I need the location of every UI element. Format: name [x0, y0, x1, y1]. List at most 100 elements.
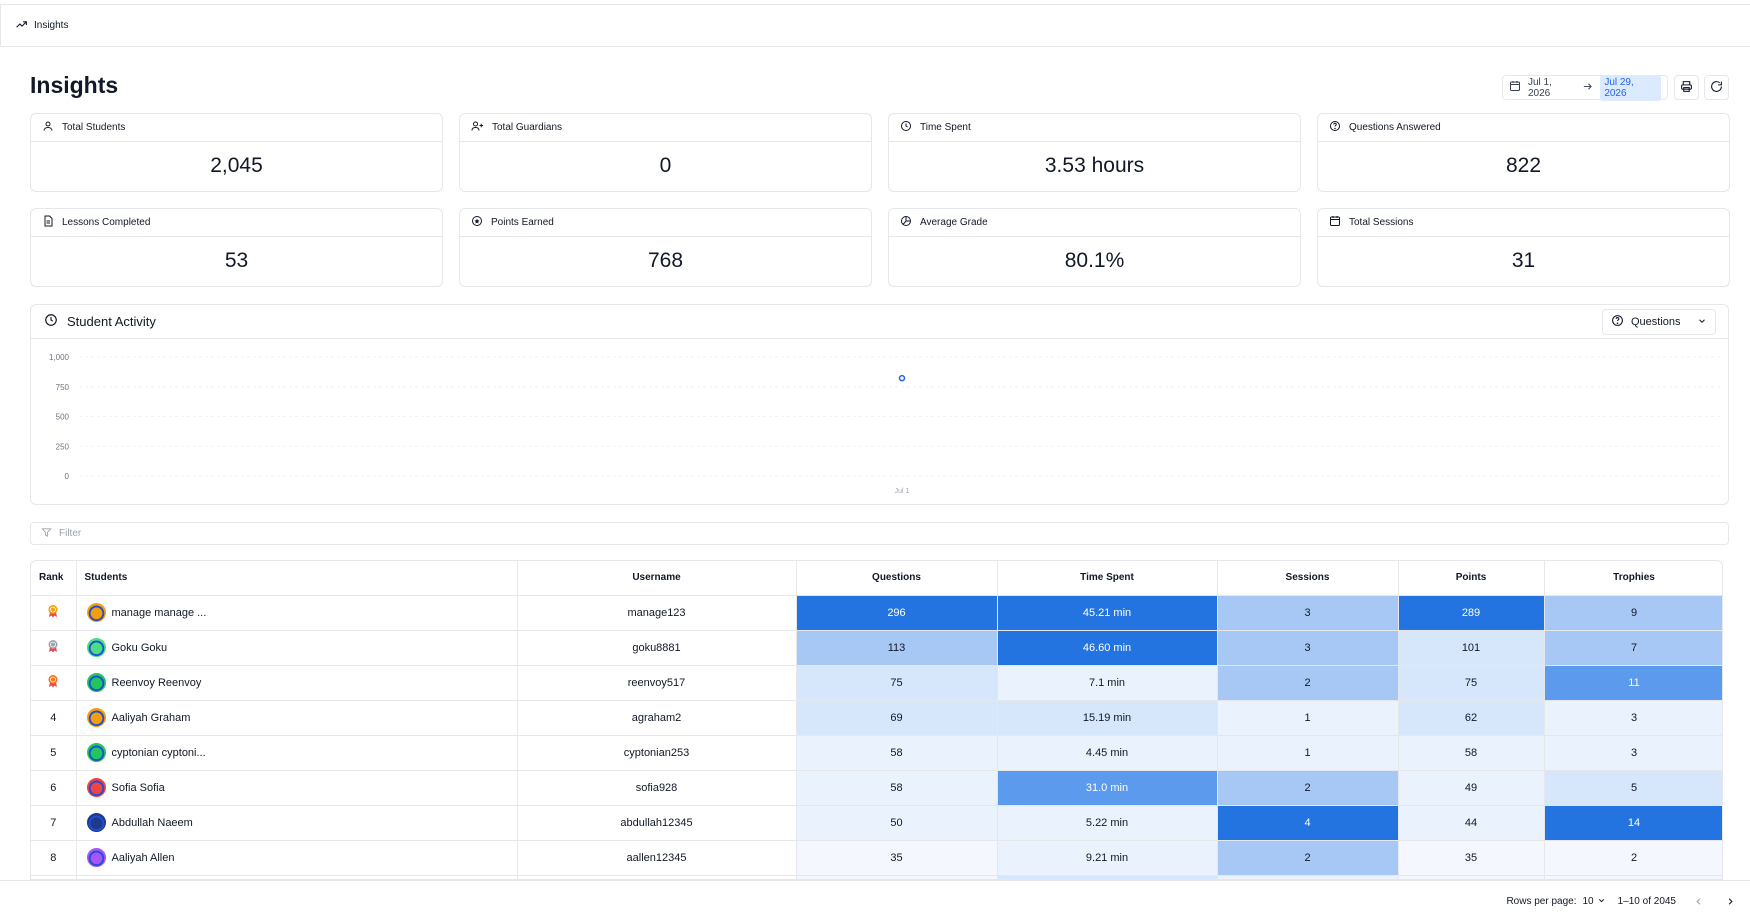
student-name[interactable]: manage manage ... [112, 607, 207, 619]
student-name[interactable]: Aaliyah Graham [112, 712, 191, 724]
questions-cell: 69 [796, 700, 998, 736]
sessions-cell: 4 [1217, 805, 1399, 841]
student-name[interactable]: Abdullah Naeem [112, 817, 193, 829]
stat-card-lessons-completed: Lessons Completed 53 [30, 208, 443, 287]
column-header-students[interactable]: Students [76, 561, 518, 596]
student-name[interactable]: Aaliyah Allen [112, 852, 175, 864]
column-header-username[interactable]: Username [517, 561, 797, 596]
activity-chart: 0 250 500 750 1,000 Jul 1 [49, 353, 1721, 495]
trophies-cell: 5 [1544, 770, 1722, 806]
bronze-medal-icon [47, 674, 59, 691]
stat-card-questions-answered: Questions Answered 822 [1317, 113, 1730, 192]
star-circle-icon [471, 215, 483, 230]
stat-label: Total Students [62, 122, 126, 133]
table-row[interactable]: 7 Abdullah Naeem abdullah12345 50 5.22 min 4 4… [31, 805, 1722, 841]
y-tick-label: 0 [65, 472, 70, 481]
column-header-rank[interactable]: Rank [31, 561, 77, 596]
rank-cell: 4 [31, 700, 77, 736]
column-header-points[interactable]: Points [1398, 561, 1545, 596]
avatar [86, 743, 106, 762]
table-footer: Rows per page: 10 1–10 of 2045 [0, 880, 1750, 922]
column-header-trophies[interactable]: Trophies [1544, 561, 1722, 596]
time-spent-cell: 45.21 min [997, 595, 1218, 631]
table-row[interactable]: Goku Goku goku8881 113 46.60 min 3 101 7 [31, 630, 1722, 666]
avatar [86, 673, 106, 692]
silver-medal-icon [47, 639, 59, 656]
print-button[interactable] [1674, 75, 1699, 100]
printer-icon [1680, 80, 1693, 96]
gold-medal-icon [47, 604, 59, 621]
stat-card-total-sessions: Total Sessions 31 [1317, 208, 1730, 287]
filter-bar[interactable]: Filter [30, 522, 1729, 545]
table-row[interactable]: manage manage ... manage123 296 45.21 min 3 2… [31, 595, 1722, 631]
avatar [86, 848, 106, 867]
stat-label: Time Spent [920, 122, 971, 133]
username-cell: sofia928 [517, 770, 797, 806]
table-row[interactable]: 5 cyptonian cyptoni... cyptonian253 58 4.45 … [31, 735, 1722, 771]
questions-cell: 113 [796, 630, 998, 666]
points-cell: 35 [1398, 840, 1545, 876]
stat-value: 3.53 hours [1044, 154, 1145, 177]
points-cell: 75 [1398, 665, 1545, 701]
stat-label: Average Grade [920, 217, 988, 228]
clock-icon [44, 313, 58, 330]
refresh-button[interactable] [1704, 75, 1729, 100]
avatar [86, 638, 106, 657]
page-range: 1–10 of 2045 [1617, 896, 1676, 907]
rows-per-page-label: Rows per page: [1506, 896, 1577, 907]
date-end[interactable]: Jul 29, 2026 [1600, 74, 1661, 101]
username-cell: abdullah12345 [517, 805, 797, 841]
student-name[interactable]: Reenvoy Reenvoy [112, 677, 202, 689]
column-header-time-spent[interactable]: Time Spent [997, 561, 1218, 596]
y-tick-label: 500 [56, 413, 70, 422]
student-activity-panel: Student Activity Questions 0 250 500 750 1,0… [30, 304, 1729, 505]
trophies-cell: 3 [1544, 700, 1722, 736]
questions-cell: 296 [796, 595, 998, 631]
y-tick-label: 750 [56, 383, 70, 392]
metric-select[interactable]: Questions [1602, 309, 1716, 335]
sessions-cell: 3 [1217, 630, 1399, 666]
filter-placeholder: Filter [59, 528, 82, 539]
points-cell: 289 [1398, 595, 1545, 631]
table-row[interactable]: 8 Aaliyah Allen aallen12345 35 9.21 min 2 35 2 [31, 840, 1722, 876]
trophies-cell: 11 [1544, 665, 1722, 701]
sessions-cell: 2 [1217, 770, 1399, 806]
trophies-cell: 3 [1544, 735, 1722, 771]
calendar-icon [1509, 80, 1521, 95]
sessions-cell: 3 [1217, 595, 1399, 631]
table-row[interactable]: Reenvoy Reenvoy reenvoy517 75 7.1 min 2 75 11 [31, 665, 1722, 701]
stat-value: 31 [1511, 249, 1536, 272]
column-header-questions[interactable]: Questions [796, 561, 998, 596]
breadcrumb-insights[interactable]: Insights [34, 20, 68, 31]
stat-card-total-students: Total Students 2,045 [30, 113, 443, 192]
student-name[interactable]: Sofia Sofia [112, 782, 165, 794]
student-name[interactable]: Goku Goku [112, 642, 168, 654]
column-header-sessions[interactable]: Sessions [1217, 561, 1399, 596]
help-circle-icon [1329, 120, 1341, 135]
student-name[interactable]: cyptonian cyptoni... [112, 747, 206, 759]
refresh-icon [1710, 80, 1723, 96]
time-spent-cell: 15.19 min [997, 700, 1218, 736]
stat-value: 0 [659, 154, 672, 177]
table-row[interactable]: 6 Sofia Sofia sofia928 58 31.0 min 2 49 5 [31, 770, 1722, 806]
stat-label: Lessons Completed [62, 217, 151, 228]
trophies-cell: 14 [1544, 805, 1722, 841]
next-page-button[interactable] [1720, 892, 1740, 912]
stat-card-time-spent: Time Spent 3.53 hours [888, 113, 1301, 192]
previous-page-button[interactable] [1688, 892, 1708, 912]
trophies-cell: 7 [1544, 630, 1722, 666]
x-tick-label: Jul 1 [895, 488, 910, 495]
stat-value: 822 [1505, 154, 1542, 177]
points-cell: 58 [1398, 735, 1545, 771]
rows-per-page-select[interactable]: 10 [1582, 896, 1605, 908]
date-start[interactable]: Jul 1, 2026 [1528, 77, 1575, 99]
rank-cell: 5 [31, 735, 77, 771]
table-row[interactable]: 4 Aaliyah Graham agraham2 69 15.19 min 1 62 3 [31, 700, 1722, 736]
date-range-picker[interactable]: Jul 1, 2026 Jul 29, 2026 [1502, 74, 1668, 101]
time-spent-cell: 31.0 min [997, 770, 1218, 806]
stat-value: 2,045 [210, 154, 263, 177]
data-point [898, 374, 906, 382]
username-cell: goku8881 [517, 630, 797, 666]
points-cell: 101 [1398, 630, 1545, 666]
points-cell: 44 [1398, 805, 1545, 841]
